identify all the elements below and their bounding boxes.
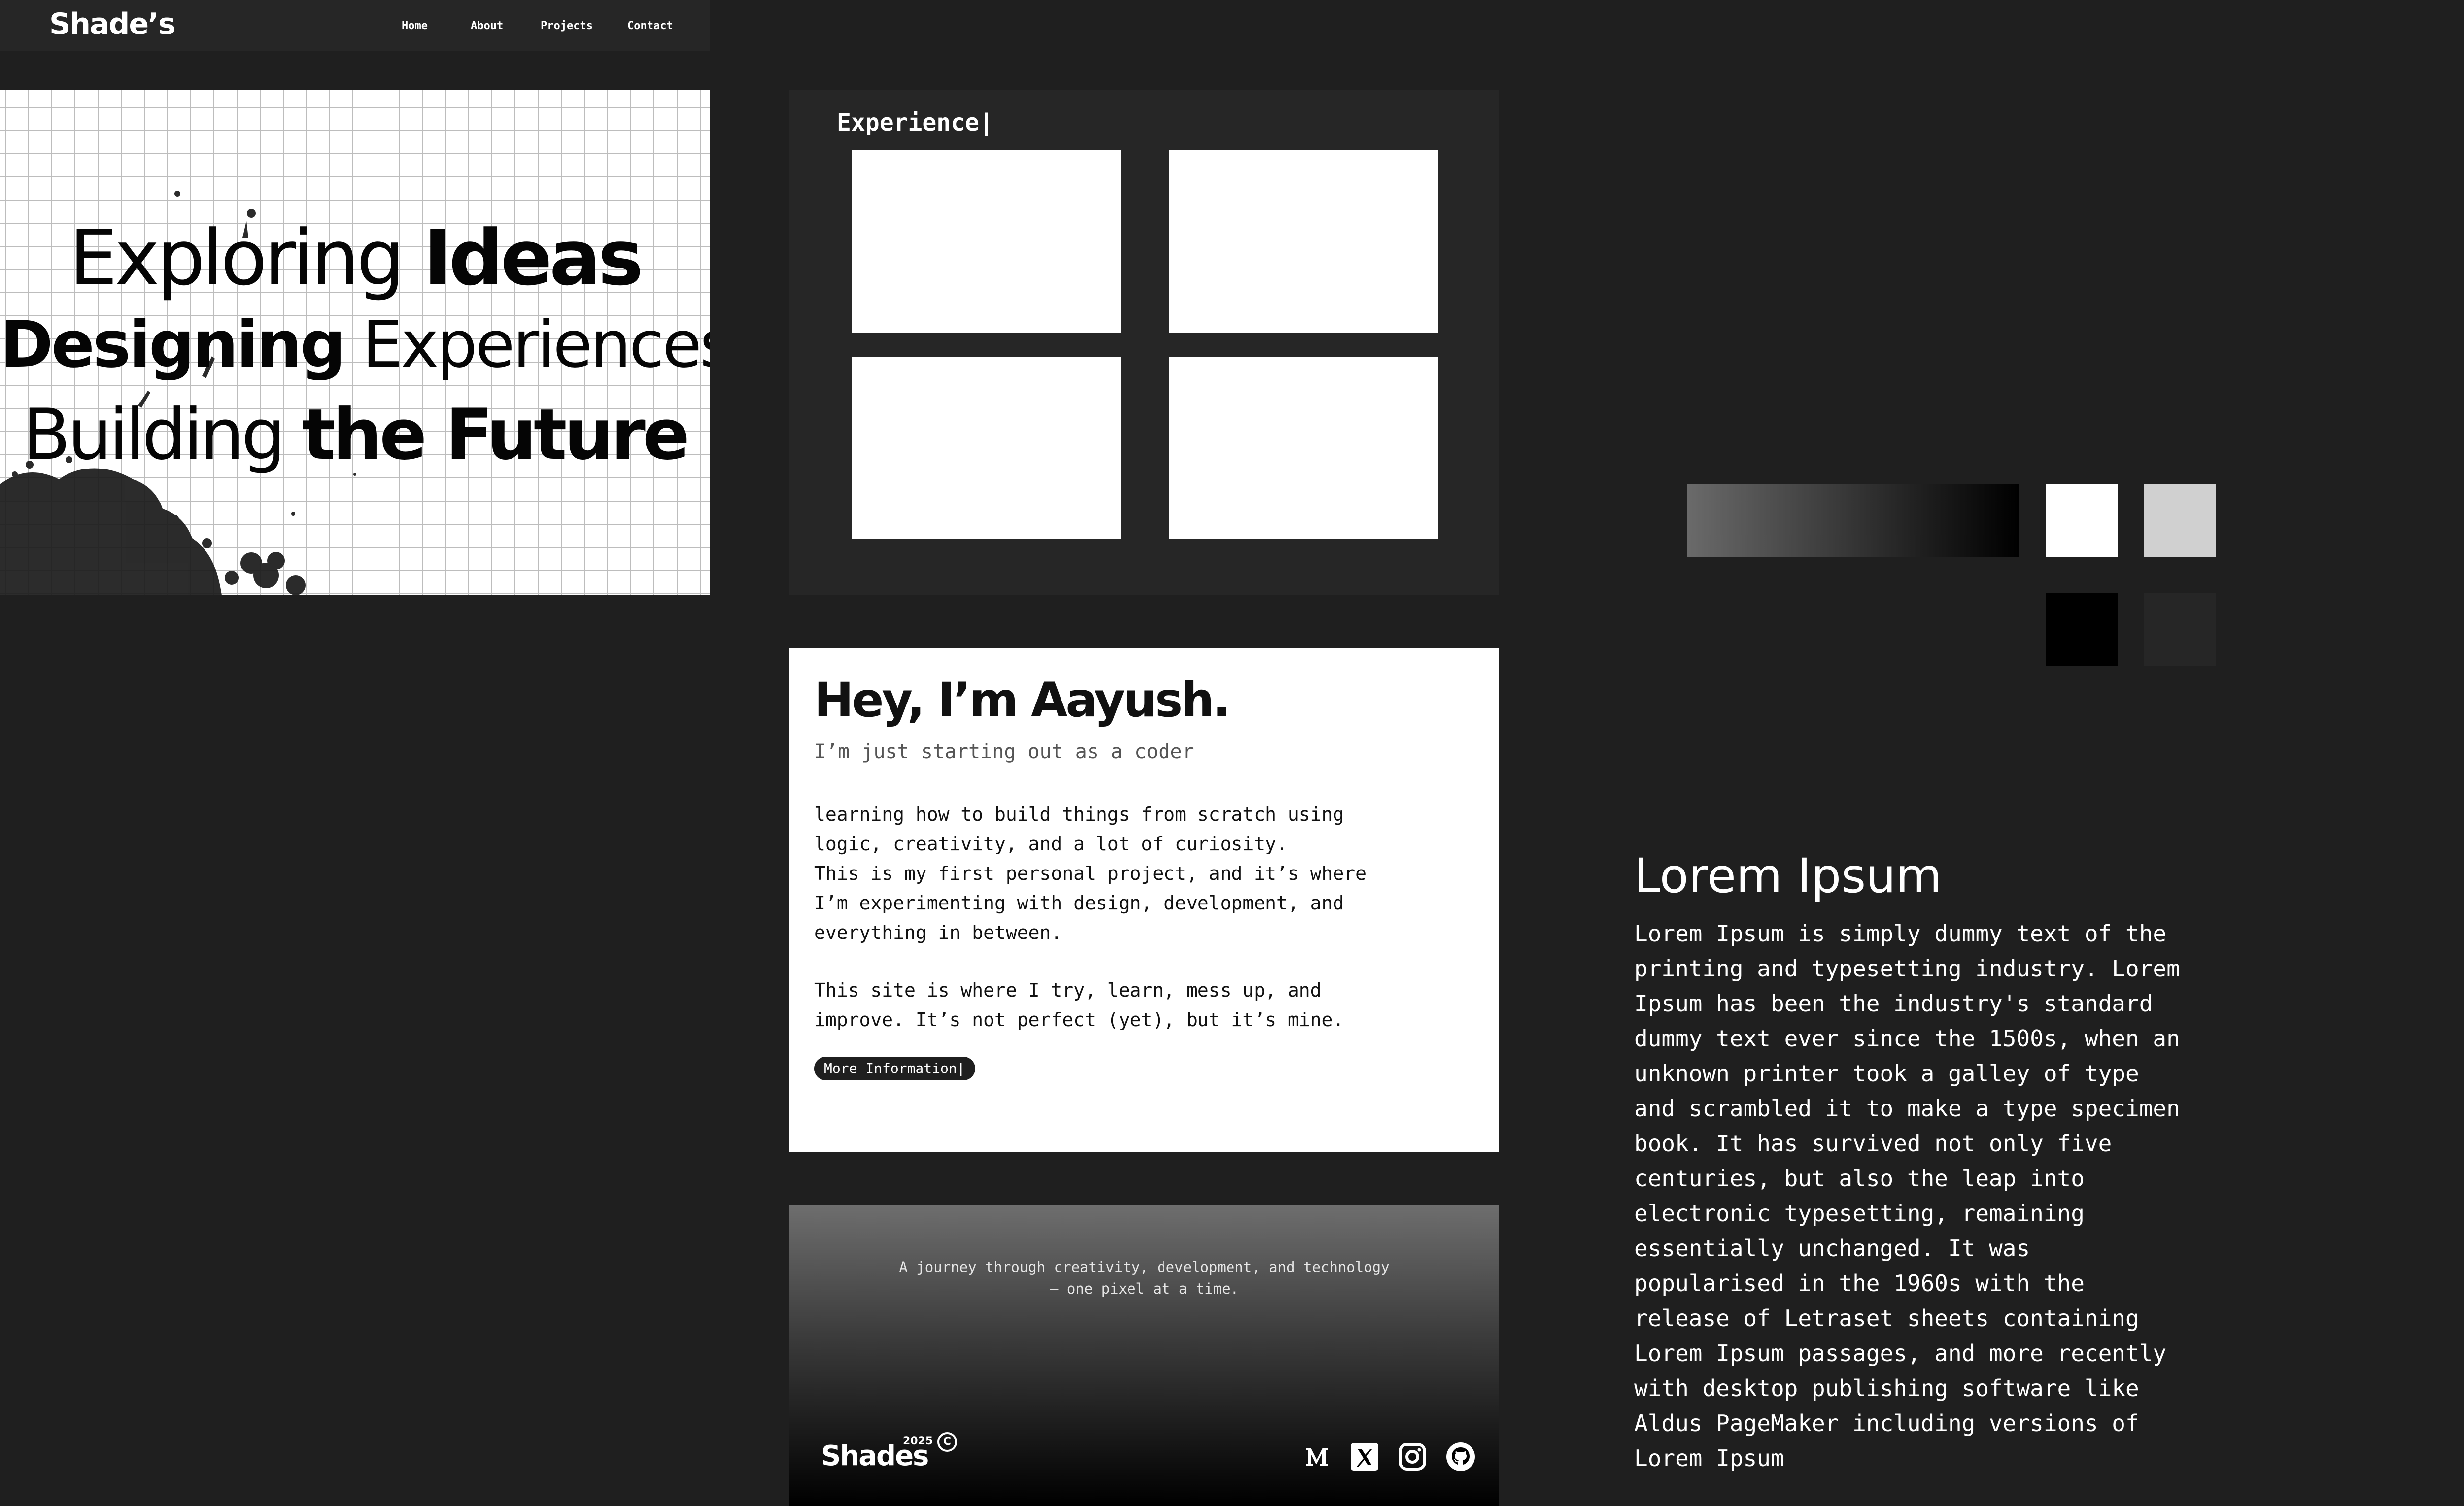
lorem-line: Lorem Ipsum passages, and more recently	[1634, 1340, 2167, 1367]
color-swatch-black	[2046, 593, 2118, 666]
hero-text-bold: Designing	[0, 307, 346, 382]
about-line: logic, creativity, and a lot of curiosit…	[814, 833, 1288, 855]
site-logo[interactable]: Shade’s	[49, 7, 176, 41]
footer-tagline-line: A journey through creativity, developmen…	[899, 1259, 1390, 1275]
more-information-button[interactable]: More Information|	[814, 1057, 975, 1080]
lorem-line: book. It has survived not only five	[1634, 1130, 2112, 1157]
lorem-line: Ipsum has been the industry's standard	[1634, 990, 2153, 1017]
hero-line-exploring: Exploring Ideas	[0, 213, 710, 302]
lorem-line: Lorem Ipsum is simply dummy text of the	[1634, 920, 2167, 947]
footer-card: A journey through creativity, developmen…	[789, 1205, 1499, 1506]
lorem-line: printing and typesetting industry. Lorem	[1634, 955, 2180, 982]
experience-card[interactable]	[1169, 357, 1438, 539]
lorem-line: Aldus PageMaker including versions of	[1634, 1410, 2139, 1437]
lorem-body: Lorem Ipsum is simply dummy text of the …	[1634, 916, 2225, 1476]
lorem-line: essentially unchanged. It was	[1634, 1235, 2030, 1262]
color-swatch-white	[2046, 484, 2118, 557]
color-swatch-light-gray	[2144, 484, 2216, 557]
about-line: improve. It’s not perfect (yet), but it’…	[814, 1009, 1344, 1031]
color-swatch-gradient	[1687, 484, 2019, 557]
footer-tagline: A journey through creativity, developmen…	[789, 1256, 1499, 1300]
hero-text-normal: Experiences	[343, 307, 710, 382]
about-line: This site is where I try, learn, mess up…	[814, 979, 1322, 1001]
nav-link-projects[interactable]: Projects	[541, 20, 593, 32]
experience-card[interactable]	[1169, 150, 1438, 333]
experience-title: Experience|	[837, 109, 993, 136]
lorem-line: with desktop publishing software like	[1634, 1375, 2139, 1402]
nav-link-home[interactable]: Home	[402, 20, 428, 32]
hero-text-bold: Ideas	[423, 213, 644, 302]
about-paragraph-2: This site is where I try, learn, mess up…	[814, 975, 1455, 1035]
hero-line-building: Building the Future	[0, 394, 710, 475]
about-paragraph-1: learning how to build things from scratc…	[814, 800, 1455, 947]
experience-card[interactable]	[852, 357, 1121, 539]
instagram-icon[interactable]	[1397, 1441, 1428, 1473]
lorem-line: and scrambled it to make a type specimen	[1634, 1095, 2180, 1122]
lorem-line: popularised in the 1960s with the	[1634, 1270, 2085, 1297]
hero-text-bold: the Future	[302, 394, 690, 475]
footer-year: 2025	[903, 1435, 933, 1447]
lorem-line: unknown printer took a galley of type	[1634, 1060, 2139, 1087]
medium-icon[interactable]	[1301, 1441, 1333, 1473]
github-icon[interactable]	[1445, 1441, 1476, 1473]
about-line: This is my first personal project, and i…	[814, 863, 1367, 884]
footer-tagline-line: — one pixel at a time.	[1049, 1280, 1239, 1297]
experience-card[interactable]	[852, 150, 1121, 333]
hero-text-normal: Building	[22, 394, 303, 475]
lorem-line: release of Letraset sheets containing	[1634, 1305, 2139, 1332]
experience-section: Experience|	[789, 90, 1499, 595]
lorem-line: electronic typesetting, remaining	[1634, 1200, 2085, 1227]
x-icon[interactable]	[1349, 1441, 1380, 1473]
about-line: I’m experimenting with design, developme…	[814, 892, 1344, 914]
lorem-title: Lorem Ipsum	[1634, 848, 1942, 904]
lorem-line: dummy text ever since the 1500s, when an	[1634, 1025, 2180, 1052]
hero-text-normal: Exploring	[69, 213, 424, 302]
top-nav: Shade’s Home About Projects Contact	[0, 0, 710, 51]
lorem-line: centuries, but also the leap into	[1634, 1165, 2085, 1192]
copyright-icon: C	[937, 1432, 957, 1452]
about-line: learning how to build things from scratc…	[814, 803, 1344, 825]
nav-link-contact[interactable]: Contact	[627, 20, 673, 32]
about-line: everything in between.	[814, 922, 1062, 943]
nav-link-about[interactable]: About	[471, 20, 503, 32]
about-subheading: I’m just starting out as a coder	[814, 740, 1194, 763]
about-heading: Hey, I’m Aayush.	[814, 672, 1231, 728]
hero-section: Exploring Ideas Designing Experiences Bu…	[0, 90, 710, 595]
hero-line-designing: Designing Experiences	[0, 307, 710, 382]
about-section: Hey, I’m Aayush. I’m just starting out a…	[789, 648, 1499, 1152]
color-swatch-dark-gray	[2144, 593, 2216, 666]
lorem-line: Lorem Ipsum	[1634, 1445, 1784, 1472]
